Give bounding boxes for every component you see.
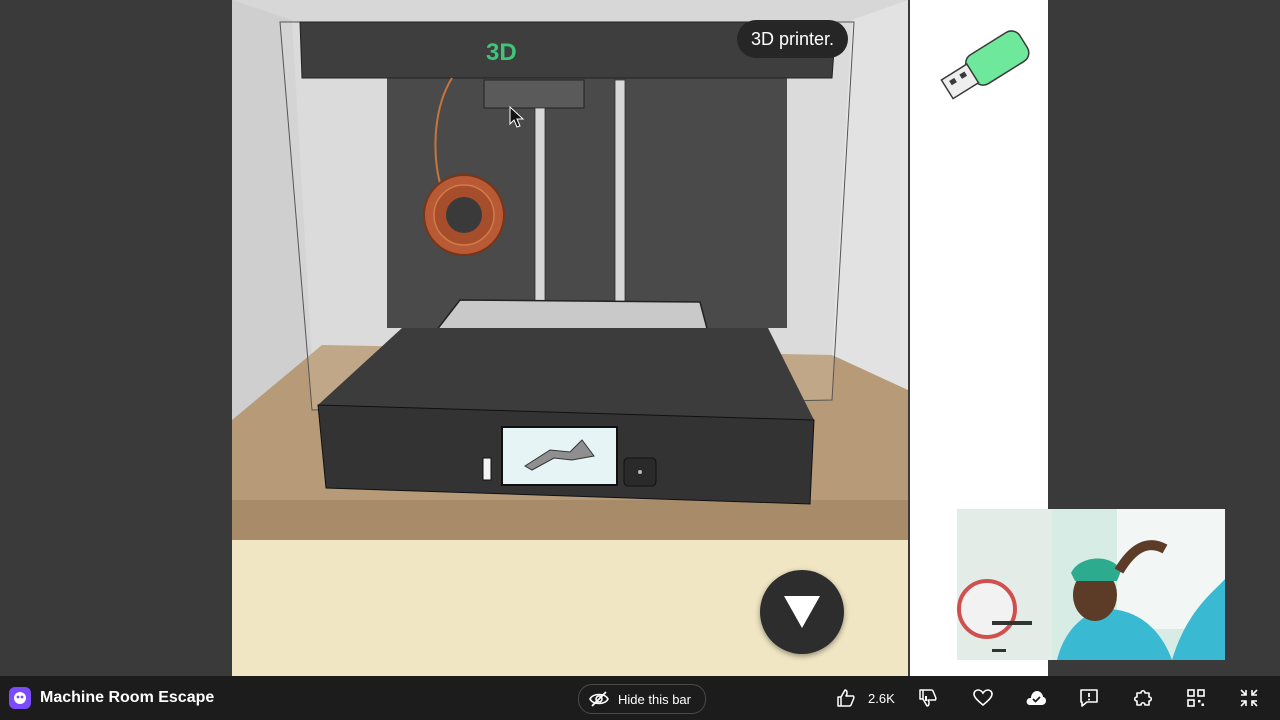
like-count: 2.6K [868,690,895,706]
cloud-save-icon [1026,691,1046,705]
eye-off-icon [589,691,609,707]
heart-icon [973,689,993,707]
navigate-down-button[interactable] [760,570,844,654]
hide-bar-label: Hide this bar [618,691,691,707]
inventory-slot-usb[interactable] [920,20,1040,120]
dislike-icon [919,689,937,707]
game-title: Machine Room Escape [40,689,215,706]
webcam-overlay [957,509,1225,660]
exit-fullscreen-icon [1240,689,1258,707]
hide-bar-button[interactable]: Hide this bar [578,684,706,714]
printer-brand-text: 3D [486,39,517,66]
report-icon [1080,689,1098,707]
exit-fullscreen-button[interactable] [1237,686,1261,710]
cloud-save-button[interactable] [1024,686,1048,710]
like-icon [837,689,855,707]
puzzle-button[interactable] [1131,686,1155,710]
favorite-button[interactable] [971,686,995,710]
report-button[interactable] [1077,686,1101,710]
usb-drive-icon [940,30,1030,100]
game-scene[interactable]: 3D 3D printer. [232,0,908,676]
puzzle-icon [1133,689,1153,706]
controller-icon [14,692,26,704]
like-button[interactable]: 2.6K [836,684,895,712]
qr-code-button[interactable] [1184,686,1208,710]
bottom-bar: Machine Room Escape Hide this bar 2.6K [0,676,1280,720]
hover-tooltip: 3D printer. [737,20,849,58]
qr-code-icon [1187,689,1205,707]
dislike-button[interactable] [916,686,940,710]
mouse-cursor-icon [509,106,525,128]
site-logo-icon[interactable] [9,687,31,709]
webcam-feed-image [957,509,1225,660]
arrow-down-icon [784,596,820,628]
